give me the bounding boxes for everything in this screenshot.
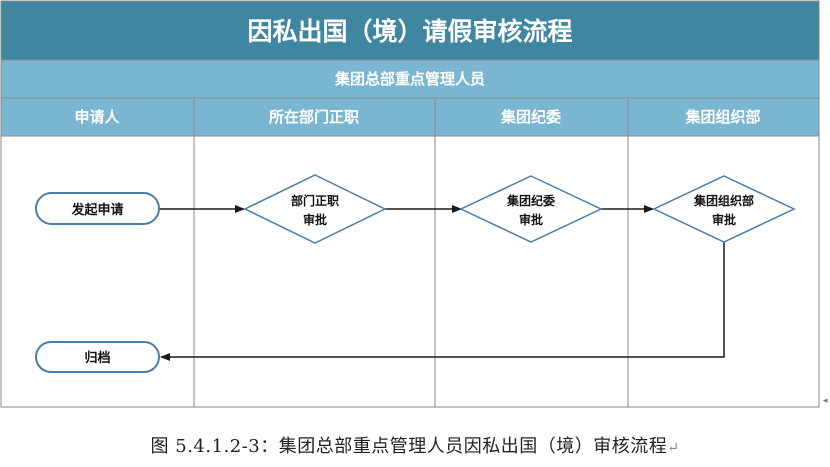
start-node-label: 发起申请: [70, 202, 123, 218]
edge-marker-icon: ◂: [823, 396, 828, 406]
organization-approval-label-line1: 集团组织部: [693, 193, 754, 208]
figure-caption-text: 图 5.4.1.2-3：集团总部重点管理人员因私出国（境）审核流程: [150, 436, 668, 457]
figure-caption: 图 5.4.1.2-3：集团总部重点管理人员因私出国（境）审核流程↵: [0, 432, 830, 458]
dept-approval-label-line1: 部门正职: [291, 193, 339, 208]
organization-approval-label-line2: 审批: [712, 212, 736, 227]
dept-approval-label-line2: 审批: [303, 212, 327, 227]
archive-node-label: 归档: [84, 350, 110, 366]
lane-label-discipline: 集团纪委: [500, 108, 561, 126]
discipline-approval-label-line2: 审批: [519, 212, 543, 227]
swimlane-diagram: 因私出国（境）请假审核流程 集团总部重点管理人员 申请人 所在部门正职 集团纪委…: [0, 0, 820, 408]
diagram-title: 因私出国（境）请假审核流程: [247, 17, 572, 46]
paragraph-return-icon: ↵: [667, 440, 680, 456]
lane-label-applicant: 申请人: [74, 108, 120, 126]
group-label: 集团总部重点管理人员: [334, 70, 485, 88]
lane-label-organization: 集团组织部: [684, 108, 760, 126]
lane-label-department-head: 所在部门正职: [269, 108, 359, 126]
discipline-approval-label-line1: 集团纪委: [506, 193, 556, 208]
